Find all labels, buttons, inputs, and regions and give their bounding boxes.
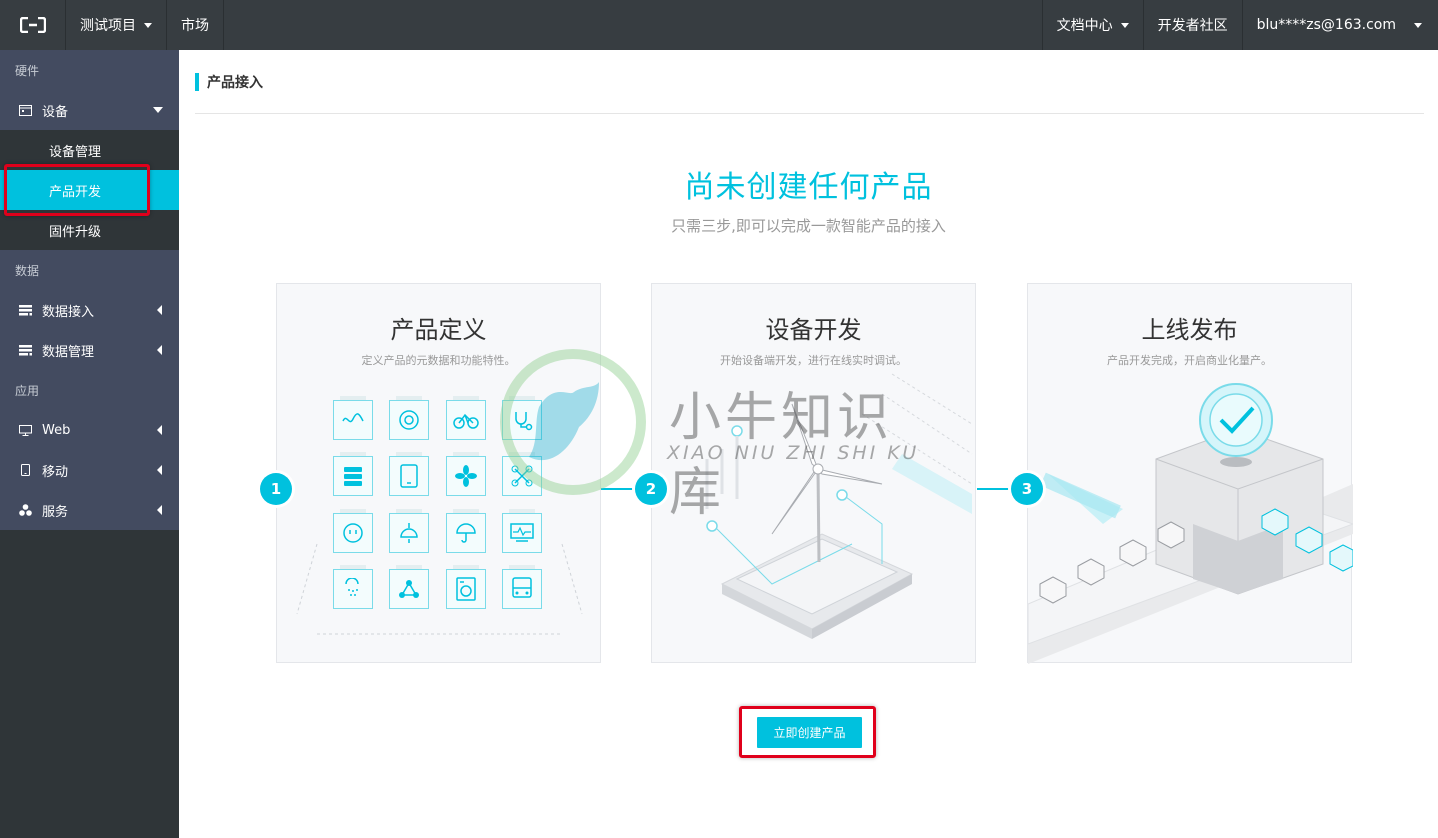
header-divider bbox=[195, 113, 1424, 114]
sidebar-item-firmware-upgrade[interactable]: 固件升级 bbox=[0, 210, 179, 250]
washing-machine-icon bbox=[446, 565, 486, 609]
topbar-spacer bbox=[224, 0, 1043, 50]
sidebar-group-label: 设备 bbox=[42, 104, 69, 120]
shower-icon bbox=[333, 565, 373, 609]
sidebar: 硬件 设备 设备管理 产品开发 固件升级 数据 数据接入 数据管理 应用 Web bbox=[0, 50, 179, 838]
network-nodes-icon bbox=[389, 565, 429, 609]
market-label: 市场 bbox=[181, 18, 209, 34]
caret-left-icon bbox=[157, 305, 162, 315]
database-icon bbox=[18, 343, 32, 357]
caret-left-icon bbox=[157, 345, 162, 355]
sidebar-group-label: 服务 bbox=[42, 504, 69, 520]
stethoscope-icon bbox=[502, 396, 542, 440]
create-product-button[interactable]: 立即创建产品 bbox=[757, 717, 862, 748]
monitor-icon bbox=[18, 423, 32, 437]
monitor-pulse-icon bbox=[502, 509, 542, 553]
sidebar-item-label: 设备管理 bbox=[49, 144, 102, 160]
step-number-badge: 3 bbox=[1011, 473, 1043, 505]
docs-center-label: 文档中心 bbox=[1056, 18, 1113, 34]
sidebar-group-service[interactable]: 服务 bbox=[0, 490, 179, 530]
sidebar-group-device[interactable]: 设备 bbox=[0, 90, 179, 130]
sidebar-group-mobile[interactable]: 移动 bbox=[0, 450, 179, 490]
device-icon bbox=[18, 103, 32, 117]
user-account-menu[interactable]: blu****zs@163.com bbox=[1243, 0, 1438, 50]
step-number-badge: 1 bbox=[260, 473, 292, 505]
fan-icon bbox=[446, 452, 486, 496]
lamp-icon bbox=[389, 509, 429, 553]
caret-left-icon bbox=[157, 465, 162, 475]
caret-down-icon bbox=[153, 107, 163, 113]
sidebar-section-data: 数据 bbox=[0, 250, 179, 290]
sidebar-group-data-access[interactable]: 数据接入 bbox=[0, 290, 179, 330]
sidebar-section-app: 应用 bbox=[0, 370, 179, 410]
market-link[interactable]: 市场 bbox=[167, 0, 224, 50]
sidebar-group-label: Web bbox=[42, 422, 71, 438]
speaker-icon bbox=[389, 396, 429, 440]
sidebar-section-hardware: 硬件 bbox=[0, 50, 179, 90]
empty-state-subtitle: 只需三步,即可以完成一款智能产品的接入 bbox=[671, 217, 946, 235]
main-content: 产品接入 尚未创建任何产品 只需三步,即可以完成一款智能产品的接入 产品定义 定… bbox=[179, 50, 1438, 838]
empty-state-title: 尚未创建任何产品 bbox=[684, 170, 933, 205]
page-title: 产品接入 bbox=[195, 72, 263, 92]
caret-left-icon bbox=[157, 505, 162, 515]
top-nav-bar: 测试项目 市场 文档中心 开发者社区 blu****zs@163.com bbox=[0, 0, 1438, 50]
bus-icon bbox=[502, 565, 542, 609]
developer-community-label: 开发者社区 bbox=[1157, 18, 1228, 34]
sidebar-item-label: 固件升级 bbox=[49, 224, 102, 240]
production-line-illustration bbox=[1028, 383, 1353, 664]
project-name: 测试项目 bbox=[80, 18, 136, 34]
tablet-icon bbox=[389, 452, 429, 496]
cluster-icon bbox=[18, 503, 32, 517]
sidebar-item-product-development[interactable]: 产品开发 bbox=[0, 170, 179, 210]
socket-icon bbox=[333, 509, 373, 553]
project-switcher[interactable]: 测试项目 bbox=[66, 0, 167, 50]
caret-left-icon bbox=[157, 425, 162, 435]
sidebar-item-label: 产品开发 bbox=[49, 184, 102, 200]
step-card-release: 上线发布 产品开发完成，开启商业化量产。 bbox=[1027, 283, 1353, 664]
sidebar-group-data-management[interactable]: 数据管理 bbox=[0, 330, 179, 370]
umbrella-icon bbox=[446, 509, 486, 553]
bicycle-icon bbox=[446, 396, 486, 440]
sidebar-group-label: 移动 bbox=[42, 464, 69, 480]
sidebar-group-label: 数据接入 bbox=[42, 304, 95, 320]
drone-icon bbox=[502, 452, 542, 496]
step-number-badge: 2 bbox=[635, 473, 667, 505]
chevron-down-icon bbox=[1120, 22, 1129, 28]
step-card-product-definition: 产品定义 定义产品的元数据和功能特性。 bbox=[276, 283, 601, 663]
mobile-icon bbox=[18, 463, 32, 477]
wind-turbine-illustration bbox=[705, 373, 973, 639]
step-card-device-development: 设备开发 开始设备端开发，进行在线实时调试。 bbox=[651, 283, 976, 663]
chevron-down-icon bbox=[1414, 22, 1422, 28]
aliyun-logo-icon[interactable] bbox=[0, 0, 66, 50]
user-email: blu****zs@163.com bbox=[1256, 17, 1396, 33]
database-icon bbox=[18, 303, 32, 317]
server-icon bbox=[333, 452, 373, 496]
sidebar-item-device-management[interactable]: 设备管理 bbox=[0, 130, 179, 170]
developer-community-link[interactable]: 开发者社区 bbox=[1144, 0, 1243, 50]
chevron-down-icon bbox=[144, 22, 152, 28]
product-definition-illustration bbox=[296, 543, 583, 635]
sensor-wave-icon bbox=[333, 396, 373, 440]
sidebar-group-web[interactable]: Web bbox=[0, 410, 179, 450]
sidebar-group-label: 数据管理 bbox=[42, 344, 95, 360]
docs-center-menu[interactable]: 文档中心 bbox=[1043, 0, 1144, 50]
